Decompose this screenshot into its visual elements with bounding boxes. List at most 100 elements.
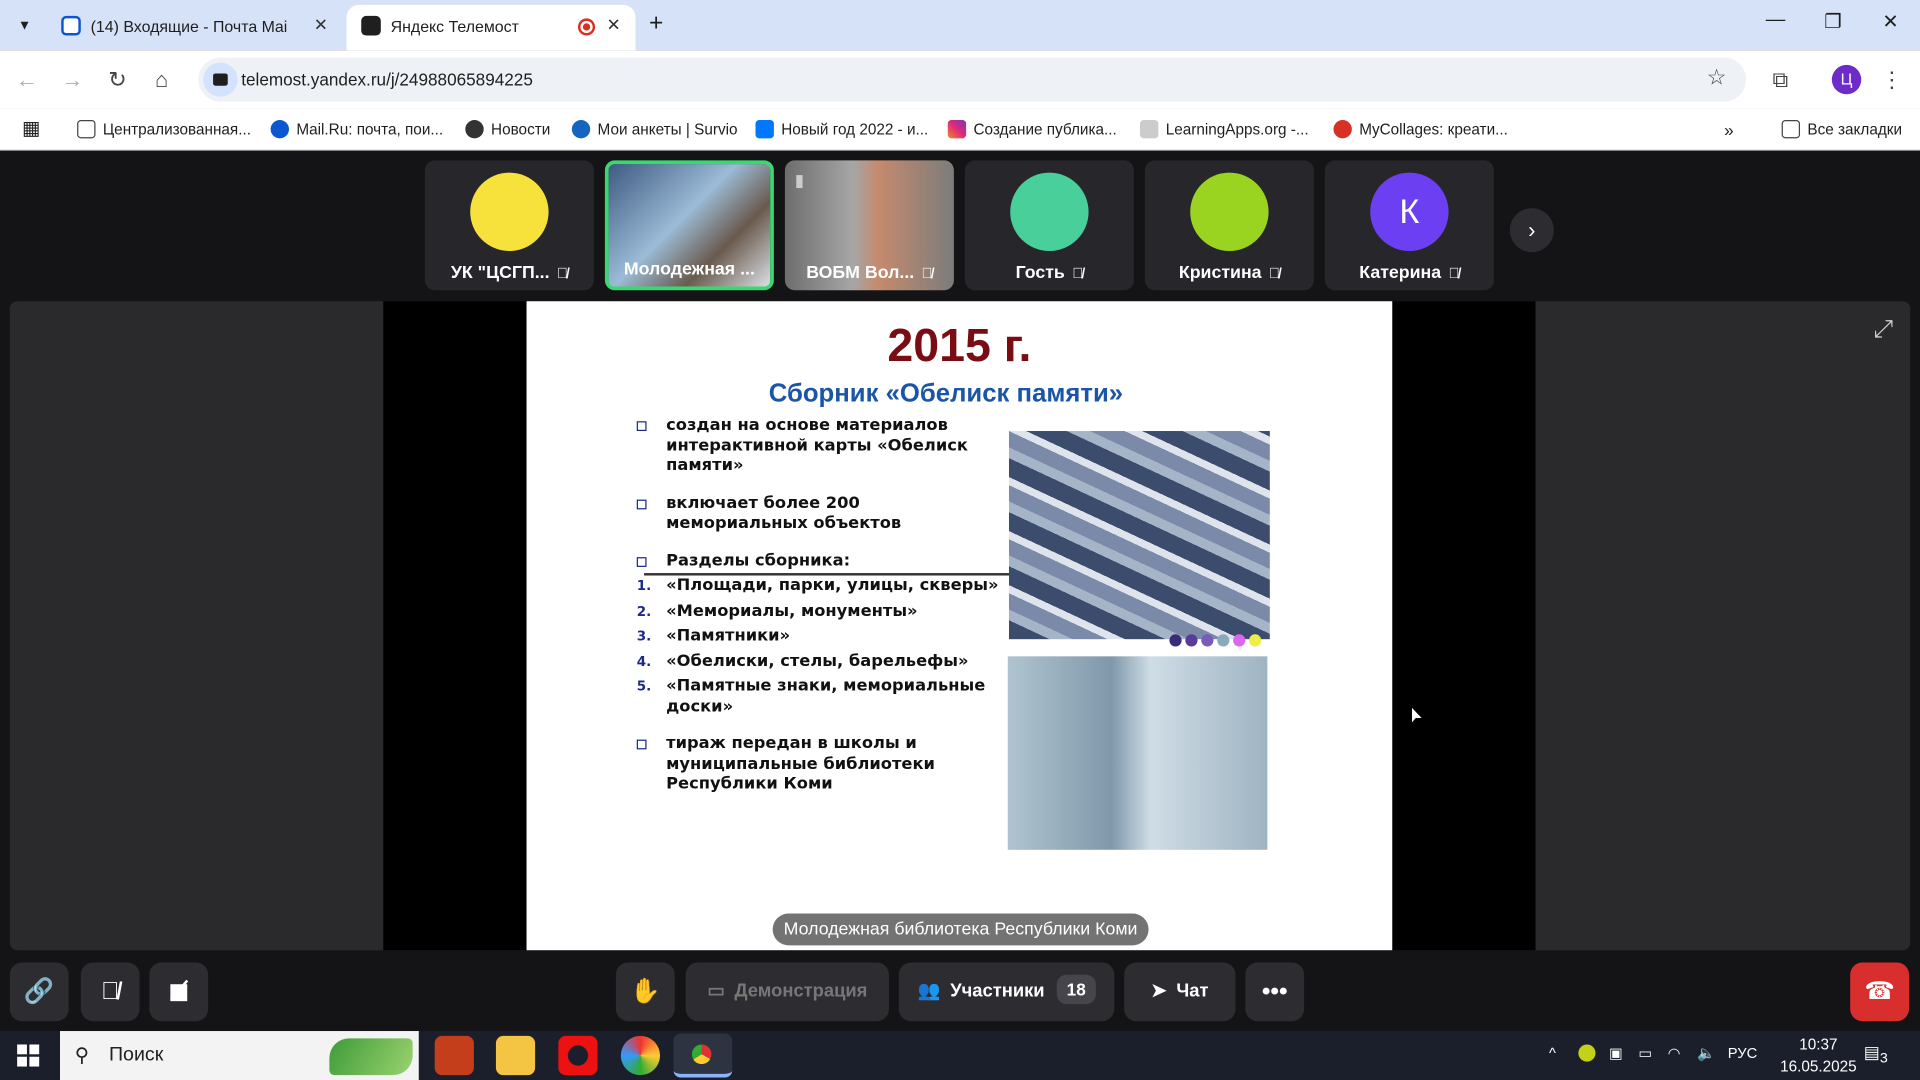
url-text: telemost.yandex.ru/j/24988065894225 xyxy=(241,69,533,90)
divider xyxy=(644,573,1012,575)
windows-taskbar: ⚲ Поиск ^ ▣ ▭ ◠ 🔈 РУС 10:37 16.05.2025 ▤3 xyxy=(0,1031,1920,1080)
show-hidden-icons-icon[interactable]: ^ xyxy=(1549,1044,1556,1061)
slide-point: тираж передан в школы и муниципальные би… xyxy=(636,735,1004,796)
file-explorer-icon[interactable] xyxy=(495,1035,536,1076)
folder-icon xyxy=(1781,120,1801,139)
clock[interactable]: 10:37 16.05.2025 xyxy=(1776,1033,1862,1077)
network-icon[interactable]: ◠ xyxy=(1668,1044,1681,1061)
slide-subtitle: Сборник «Обелиск памяти» xyxy=(768,379,1124,408)
slide-point: включает более 200 мемориальных объектов xyxy=(636,494,1004,534)
participant-name: Молодежная ... xyxy=(623,259,755,280)
bookmarks-bar: ▦ Централизованная... Mail.Ru: почта, по… xyxy=(0,108,1920,151)
tab-telemost[interactable]: Яндекс Телемост ✕ xyxy=(346,4,636,51)
address-bar[interactable]: telemost.yandex.ru/j/24988065894225 ☆ xyxy=(198,57,1747,102)
more-options-icon[interactable]: ••• xyxy=(1245,962,1305,1022)
windows-start-icon[interactable] xyxy=(17,1044,40,1067)
all-bookmarks[interactable]: Все закладки xyxy=(1781,115,1902,144)
slide-photo-open-book xyxy=(1007,656,1268,850)
meeting-stage: УК "ЦСГП... 🎙̸ Молодежная ... ▮ ВОБМ Вол.… xyxy=(0,150,1920,1032)
raise-hand-button[interactable]: ✋ xyxy=(615,962,675,1022)
site-info-icon[interactable] xyxy=(203,62,238,97)
chrome-icon[interactable] xyxy=(673,1033,733,1078)
participant-tile[interactable]: Кристина 🎙̸ xyxy=(1144,160,1314,291)
bookmark-item[interactable]: Централизованная... xyxy=(77,115,251,144)
next-participants-chevron-icon[interactable]: › xyxy=(1509,208,1554,253)
mic-off-button[interactable]: 🎙̸ xyxy=(80,962,140,1022)
browser-menu-icon[interactable]: ⋮ xyxy=(1877,65,1906,94)
date: 16.05.2025 xyxy=(1780,1057,1857,1076)
link-icon[interactable]: 🔗 xyxy=(9,962,69,1022)
user-avatar-icon xyxy=(470,172,549,252)
language-indicator[interactable]: РУС xyxy=(1728,1044,1757,1061)
tray-app-icon[interactable] xyxy=(1578,1044,1596,1062)
bookmark-item[interactable]: Новости xyxy=(465,115,550,144)
more-bookmarks-icon[interactable]: » xyxy=(1724,115,1734,144)
participant-tile[interactable]: Гость 🎙̸ xyxy=(964,160,1134,291)
screen-share-button[interactable]: ▭ Демонстрация xyxy=(685,962,889,1022)
bookmark-item[interactable]: Mail.Ru: почта, пои... xyxy=(270,115,443,144)
profile-avatar[interactable]: Ц xyxy=(1831,64,1862,95)
bookmark-item[interactable]: LearningApps.org -... xyxy=(1140,115,1309,144)
forward-icon[interactable]: → xyxy=(58,65,87,94)
participant-tile[interactable]: ▮ ВОБМ Вол... 🎙̸ xyxy=(784,160,954,291)
chat-button[interactable]: ➤ Чат xyxy=(1124,962,1236,1022)
mic-off-icon: 🎙̸ xyxy=(1072,264,1084,282)
home-icon[interactable]: ⌂ xyxy=(147,65,176,94)
telemost-icon xyxy=(361,15,381,36)
window-close-icon[interactable]: ✕ xyxy=(1866,10,1915,34)
restore-icon[interactable]: ❐ xyxy=(1809,10,1858,34)
back-icon[interactable]: ← xyxy=(12,65,41,94)
bookmark-item[interactable]: MyCollages: креати... xyxy=(1333,115,1508,144)
survio-icon xyxy=(571,120,591,139)
list-item: 3. «Памятники» xyxy=(636,626,791,646)
list-item: 4. «Обелиски, стелы, барельефы» xyxy=(636,652,969,671)
participant-name: УК "ЦСГП... xyxy=(450,263,550,283)
mail-ru-icon xyxy=(270,120,289,139)
participant-name: Гость xyxy=(1015,263,1065,283)
list-item: 2. «Мемориалы, монументы» xyxy=(636,601,918,621)
minimize-icon[interactable]: — xyxy=(1751,10,1800,32)
screen-share-icon: ▭ xyxy=(707,980,725,1002)
powerpoint-icon[interactable] xyxy=(434,1035,474,1076)
battery-icon[interactable]: ▭ xyxy=(1638,1044,1652,1061)
opera-icon[interactable] xyxy=(558,1035,598,1076)
people-icon: 👥 xyxy=(917,980,941,1002)
bookmark-star-icon[interactable]: ☆ xyxy=(1707,65,1727,91)
browser-toolbar: ← → ↻ ⌂ telemost.yandex.ru/j/24988065894… xyxy=(0,50,1920,109)
slide-photo-books xyxy=(1008,431,1270,640)
slide-point: Разделы сборника: xyxy=(636,552,1004,572)
presentation-slide: 2015 г. Сборник «Обелиск памяти» создан … xyxy=(526,301,1393,951)
camera-off-button[interactable]: ◼̸ xyxy=(149,962,209,1022)
browser-app-icon[interactable] xyxy=(620,1035,661,1076)
mic-off-icon: 🎙̸ xyxy=(1448,264,1460,282)
apps-grid-icon[interactable]: ▦ xyxy=(22,115,41,144)
participants-button[interactable]: 👥 Участники 18 xyxy=(898,962,1115,1022)
volume-icon[interactable]: 🔈 xyxy=(1697,1044,1715,1061)
tab-search-chevron-icon[interactable]: ▼ xyxy=(11,12,38,39)
tab-title: Яндекс Телемост xyxy=(390,17,519,36)
vk-icon xyxy=(755,120,774,139)
participant-name: ВОБМ Вол... xyxy=(806,263,915,283)
participant-tile[interactable]: К Катерина 🎙̸ xyxy=(1324,160,1494,291)
notifications-icon[interactable]: ▤3 xyxy=(1864,1042,1891,1066)
hang-up-icon[interactable]: ☎ xyxy=(1850,962,1909,1022)
taskbar-search[interactable]: ⚲ Поиск xyxy=(60,1031,419,1080)
tab-mail[interactable]: (14) Входящие - Почта Mail ✕ xyxy=(47,5,343,50)
time: 10:37 xyxy=(1799,1035,1838,1054)
list-item: 1. «Площади, парки, улицы, скверы» xyxy=(636,576,999,596)
tab-close-icon[interactable]: ✕ xyxy=(606,15,620,36)
reload-icon[interactable]: ↻ xyxy=(103,65,132,94)
participant-tile[interactable]: УК "ЦСГП... 🎙̸ xyxy=(424,160,594,291)
bookmark-item[interactable]: Создание публика... xyxy=(947,115,1117,144)
tab-close-icon[interactable]: ✕ xyxy=(314,15,328,36)
extensions-icon[interactable]: ⧉ xyxy=(1766,65,1795,94)
bookmark-item[interactable]: Мои анкеты | Survio xyxy=(571,115,738,144)
meet-now-icon[interactable]: ▣ xyxy=(1609,1044,1623,1061)
participant-name: Кристина xyxy=(1178,263,1262,283)
fullscreen-expand-icon[interactable]: ⤢ xyxy=(1873,316,1893,344)
bookmark-item[interactable]: Новый год 2022 - и... xyxy=(755,115,928,144)
user-avatar-icon xyxy=(1010,172,1089,252)
participant-tile[interactable]: Молодежная ... xyxy=(604,160,774,291)
mic-off-icon: 🎙̸ xyxy=(1268,264,1280,282)
new-tab-icon[interactable]: + xyxy=(649,10,663,38)
